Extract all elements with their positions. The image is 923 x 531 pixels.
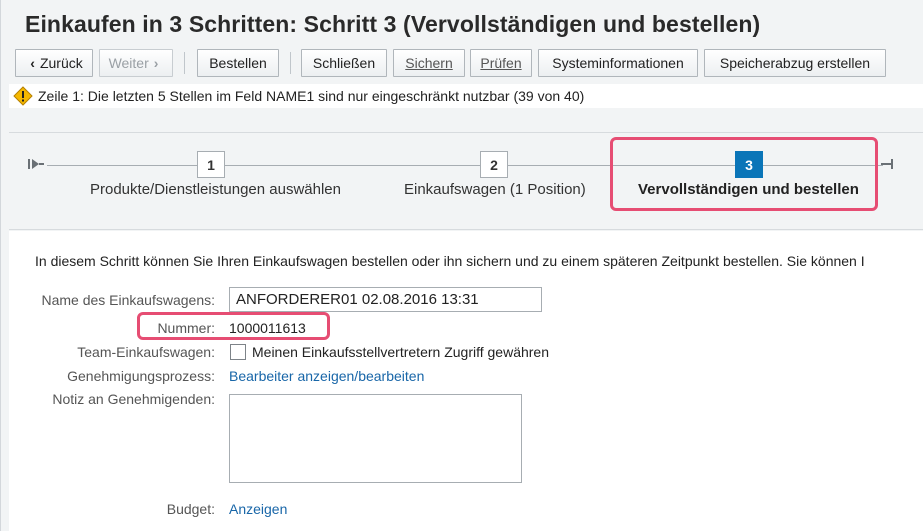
step-1-label[interactable]: Produkte/Dienstleistungen auswählen bbox=[90, 181, 341, 198]
next-button[interactable]: Weiter › bbox=[99, 49, 173, 77]
step-2-number[interactable]: 2 bbox=[480, 151, 508, 178]
approver-note-textarea[interactable] bbox=[229, 394, 522, 483]
back-button[interactable]: ‹ Zurück bbox=[15, 49, 93, 77]
toolbar-separator bbox=[184, 52, 185, 74]
roadmap-start-icon bbox=[28, 157, 44, 174]
message-bar: Zeile 1: Die letzten 5 Stellen im Feld N… bbox=[9, 84, 923, 108]
page-title: Einkaufen in 3 Schritten: Schritt 3 (Ver… bbox=[25, 11, 761, 37]
approver-note-label: Notiz an Genehmigenden: bbox=[52, 391, 215, 407]
step-3-highlight bbox=[610, 137, 878, 211]
order-button-label: Bestellen bbox=[209, 55, 267, 71]
team-cart-label: Team-Einkaufswagen: bbox=[77, 344, 215, 360]
system-information-button-label: Systeminformationen bbox=[552, 55, 684, 71]
order-button[interactable]: Bestellen bbox=[197, 49, 279, 77]
create-memory-dump-button[interactable]: Speicherabzug erstellen bbox=[704, 49, 886, 77]
cart-name-label: Name des Einkaufswagens: bbox=[41, 292, 215, 308]
chevron-right-icon: › bbox=[153, 55, 159, 71]
message-text: Zeile 1: Die letzten 5 Stellen im Feld N… bbox=[38, 88, 585, 104]
budget-label: Budget: bbox=[166, 501, 215, 517]
step-2-label[interactable]: Einkaufswagen (1 Position) bbox=[404, 181, 586, 198]
toolbar: ‹ Zurück Weiter › Bestellen Schließen Si… bbox=[1, 44, 923, 82]
next-button-label: Weiter bbox=[108, 55, 149, 71]
back-button-label: Zurück bbox=[39, 55, 83, 71]
main-content: In diesem Schritt können Sie Ihren Einka… bbox=[9, 231, 923, 531]
warning-icon bbox=[13, 86, 33, 106]
approval-process-link[interactable]: Bearbeiter anzeigen/bearbeiten bbox=[229, 368, 424, 384]
system-information-button[interactable]: Systeminformationen bbox=[538, 49, 698, 77]
cart-name-input[interactable]: ANFORDERER01 02.08.2016 13:31 bbox=[229, 287, 542, 312]
team-cart-checkbox[interactable] bbox=[230, 344, 246, 360]
check-button-label: Prüfen bbox=[480, 55, 522, 71]
toolbar-separator bbox=[290, 52, 291, 74]
number-highlight bbox=[137, 312, 330, 340]
create-memory-dump-button-label: Speicherabzug erstellen bbox=[719, 55, 871, 71]
chevron-left-icon: ‹ bbox=[30, 55, 35, 71]
approval-process-label: Genehmigungsprozess: bbox=[67, 368, 215, 384]
save-button-label: Sichern bbox=[405, 55, 453, 71]
step-1-number[interactable]: 1 bbox=[197, 151, 225, 178]
roadmap-end-icon bbox=[881, 157, 895, 174]
team-cart-checkbox-label[interactable]: Meinen Einkaufsstellvertretern Zugriff g… bbox=[252, 344, 549, 360]
check-button[interactable]: Prüfen bbox=[470, 49, 532, 77]
budget-link[interactable]: Anzeigen bbox=[229, 501, 287, 517]
close-button[interactable]: Schließen bbox=[301, 49, 387, 77]
save-button[interactable]: Sichern bbox=[393, 49, 465, 77]
title-bar: Einkaufen in 3 Schritten: Schritt 3 (Ver… bbox=[1, 0, 923, 44]
close-button-label: Schließen bbox=[312, 55, 376, 71]
intro-text: In diesem Schritt können Sie Ihren Einka… bbox=[35, 253, 865, 269]
step-roadmap: 1 Produkte/Dienstleistungen auswählen 2 … bbox=[9, 132, 923, 230]
